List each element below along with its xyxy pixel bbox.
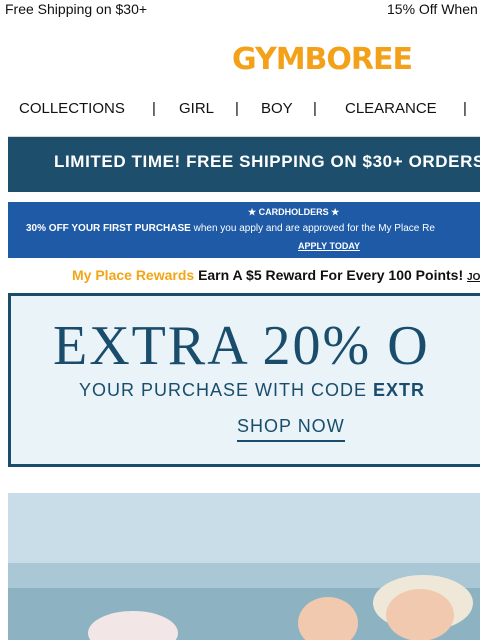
extra-discount-banner[interactable]: EXTRA 20% O YOUR PURCHASE WITH CODE EXTR… bbox=[8, 293, 480, 467]
discount-note[interactable]: 15% Off When bbox=[387, 1, 478, 17]
cardholders-label: ★ CARDHOLDERS ★ bbox=[248, 207, 340, 217]
promo-headline: EXTRA 20% O bbox=[53, 315, 430, 377]
hero-photo bbox=[8, 493, 480, 640]
nav-separator: | bbox=[235, 100, 239, 117]
join-link[interactable]: JO bbox=[467, 272, 480, 283]
nav-item-boy[interactable]: BOY bbox=[261, 100, 293, 117]
logo-text: GYMBOREE bbox=[232, 42, 413, 77]
nav-separator: | bbox=[152, 100, 156, 117]
free-shipping-banner-text: LIMITED TIME! FREE SHIPPING ON $30+ ORDE… bbox=[54, 152, 480, 171]
promo-top-bar: Free Shipping on $30+ 15% Off When bbox=[0, 0, 480, 20]
nav-item-clearance[interactable]: CLEARANCE bbox=[345, 100, 437, 117]
nav-separator: | bbox=[463, 100, 467, 117]
free-shipping-banner[interactable]: LIMITED TIME! FREE SHIPPING ON $30+ ORDE… bbox=[8, 137, 480, 192]
apply-today-link[interactable]: APPLY TODAY bbox=[298, 241, 360, 251]
promo-subline: YOUR PURCHASE WITH CODE EXTR bbox=[79, 380, 426, 400]
gymboree-logo[interactable]: GYMBOREE bbox=[232, 42, 413, 78]
main-nav: COLLECTIONS | GIRL | BOY | CLEARANCE | bbox=[0, 98, 480, 120]
hero-image[interactable] bbox=[8, 493, 480, 640]
cardholder-banner[interactable]: ★ CARDHOLDERS ★ 30% OFF YOUR FIRST PURCH… bbox=[8, 202, 480, 258]
rewards-brand[interactable]: My Place Rewards bbox=[72, 267, 194, 283]
cardholder-offer: 30% OFF YOUR FIRST PURCHASE when you app… bbox=[26, 223, 435, 234]
nav-item-girl[interactable]: GIRL bbox=[179, 100, 214, 117]
free-shipping-note[interactable]: Free Shipping on $30+ bbox=[5, 1, 147, 17]
rewards-strip: My Place Rewards Earn A $5 Reward For Ev… bbox=[72, 267, 480, 283]
nav-separator: | bbox=[313, 100, 317, 117]
nav-item-collections[interactable]: COLLECTIONS bbox=[19, 100, 125, 117]
shop-now-link[interactable]: SHOP NOW bbox=[237, 416, 345, 442]
rewards-message: Earn A $5 Reward For Every 100 Points! bbox=[198, 267, 464, 283]
